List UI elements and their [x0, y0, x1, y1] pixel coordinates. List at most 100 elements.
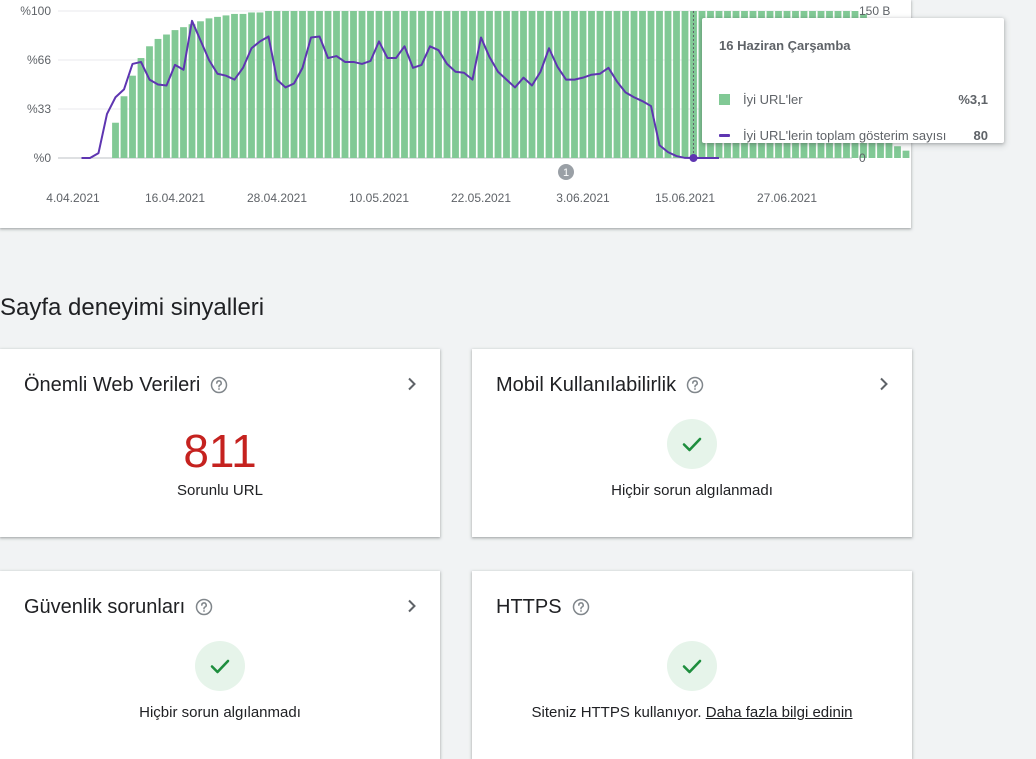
good-urls-bar [902, 150, 910, 158]
good-urls-bar [324, 11, 332, 158]
card-header: Mobil Kullanılabilirlik [496, 371, 894, 399]
good-urls-bar [443, 11, 451, 158]
section-title: Sayfa deneyimi sinyalleri [0, 294, 265, 321]
good-urls-bar [214, 16, 221, 158]
good-urls-bar [894, 146, 901, 158]
good-urls-bar [452, 11, 459, 158]
good-urls-bar [256, 12, 264, 158]
good-urls-bar [137, 58, 145, 158]
chevron-right-icon[interactable] [406, 377, 418, 391]
card-header: Güvenlik sorunları [24, 593, 422, 621]
help-circle-icon[interactable] [195, 598, 213, 616]
good-urls-bar [350, 11, 357, 158]
good-urls-bar [265, 11, 272, 158]
good-urls-bar [579, 11, 587, 158]
good-urls-bar [554, 11, 561, 158]
good-urls-bar [222, 15, 230, 158]
good-urls-bar [341, 11, 349, 158]
good-urls-bar [503, 11, 510, 158]
x-tick-label: 10.05.2021 [349, 191, 409, 205]
tooltip-row-value: 80 [973, 127, 988, 143]
card-title: Güvenlik sorunları [24, 595, 186, 618]
x-tick-label: 27.06.2021 [757, 191, 817, 205]
chart-tooltip: 16 Haziran Çarşamba İyi URL'ler %3,1 İyi… [702, 18, 1004, 143]
issue-url-label: Sorunlu URL [177, 482, 263, 499]
check-icon [195, 641, 245, 691]
good-urls-bar [358, 11, 366, 158]
good-urls-bar [367, 11, 374, 158]
help-circle-icon[interactable] [572, 598, 590, 616]
good-urls-bar [188, 24, 196, 159]
good-urls-bar [384, 11, 391, 158]
good-urls-bar [129, 75, 136, 158]
chevron-right-icon[interactable] [406, 599, 418, 613]
x-tick-label: 28.04.2021 [247, 191, 307, 205]
x-tick-label: 16.04.2021 [145, 191, 205, 205]
card-title: Önemli Web Verileri [24, 373, 201, 396]
good-urls-bar [477, 11, 485, 158]
good-urls-bar [520, 11, 527, 158]
good-urls-bar [171, 30, 179, 158]
tooltip-row-label: İyi URL'lerin toplam gösterim sayısı [743, 127, 947, 143]
good-urls-bar [307, 11, 315, 158]
help-circle-icon[interactable] [210, 376, 228, 394]
annotation-marker-label: 1 [563, 167, 569, 179]
tooltip-row-good-urls: İyi URL'ler %3,1 [719, 90, 988, 108]
good-urls-bar [469, 11, 476, 158]
https-status-text: Siteniz HTTPS kullanıyor. [531, 704, 702, 721]
y-left-tick-label: %66 [27, 53, 51, 67]
card-title: Mobil Kullanılabilirlik [496, 373, 677, 396]
y-left-tick-label: %0 [34, 151, 52, 165]
card-header: HTTPS [496, 593, 894, 621]
mobile-usability-card[interactable]: Mobil Kullanılabilirlik Hiçbir sorun alg… [472, 349, 912, 537]
https-card: HTTPS Siteniz HTTPS kullanıyor. Daha faz… [472, 571, 912, 759]
good-urls-bar [545, 11, 553, 158]
good-urls-bar [494, 11, 502, 158]
card-header: Önemli Web Verileri [24, 371, 422, 399]
hover-point-marker [689, 154, 698, 162]
good-urls-bar [120, 96, 128, 158]
good-urls-bar [239, 13, 247, 158]
y-right-tick-label: 150 B [859, 4, 890, 18]
core-web-vitals-card[interactable]: Önemli Web Verileri 811 Sorunlu URL [0, 349, 440, 537]
tooltip-row-label: İyi URL'ler [743, 91, 803, 107]
good-urls-bar [401, 11, 408, 158]
check-icon [667, 641, 717, 691]
status-text: Hiçbir sorun algılanmadı [611, 482, 773, 499]
good-urls-bar [622, 11, 629, 158]
good-urls-bar [426, 11, 434, 158]
good-urls-bar [154, 38, 162, 158]
chevron-right-icon[interactable] [878, 377, 890, 391]
good-urls-bar [562, 11, 570, 158]
good-urls-bar [673, 11, 680, 158]
good-urls-legend-swatch [719, 93, 730, 105]
status-text: Siteniz HTTPS kullanıyor. Daha fazla bil… [472, 704, 912, 721]
good-urls-bar [460, 11, 468, 158]
tooltip-row-impressions: İyi URL'lerin toplam gösterim sayısı 80 [719, 126, 988, 144]
x-tick-label: 22.05.2021 [451, 191, 511, 205]
help-circle-icon[interactable] [686, 376, 704, 394]
good-urls-bar [647, 11, 655, 158]
good-urls-bar [375, 11, 383, 158]
check-icon [667, 419, 717, 469]
good-urls-bar [418, 11, 425, 158]
good-urls-bar [205, 18, 213, 158]
good-urls-bar [316, 11, 323, 158]
good-urls-bar [146, 46, 153, 158]
impressions-legend-swatch [719, 133, 730, 137]
good-urls-bar [273, 11, 281, 158]
learn-more-link[interactable]: Daha fazla bilgi edinin [706, 704, 853, 721]
good-urls-bar [588, 11, 595, 158]
tooltip-row-value: %3,1 [958, 91, 988, 107]
security-issues-card[interactable]: Güvenlik sorunları Hiçbir sorun algılanm… [0, 571, 440, 759]
good-urls-bar [180, 27, 187, 159]
y-right-tick-label: 0 [859, 151, 866, 165]
good-urls-bar [605, 11, 612, 158]
good-urls-bar [486, 11, 493, 158]
card-title: HTTPS [496, 595, 562, 618]
good-urls-bar [639, 11, 646, 158]
good-urls-bar [248, 12, 255, 158]
x-tick-label: 3.06.2021 [556, 191, 610, 205]
good-urls-bar [392, 11, 400, 158]
good-urls-bar [163, 34, 170, 158]
